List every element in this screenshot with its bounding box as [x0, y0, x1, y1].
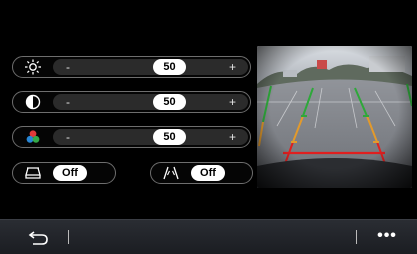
brightness-row: - 50 +	[12, 56, 251, 78]
car-view-toggle-state: Off	[53, 165, 87, 181]
car-view-toggle[interactable]: Off	[12, 162, 116, 184]
contrast-row: - 50 +	[12, 91, 251, 113]
brightness-decrease-button[interactable]: -	[66, 60, 70, 74]
bottom-bar: •••	[0, 219, 417, 254]
color-slider[interactable]: - 50 +	[53, 129, 248, 145]
contrast-decrease-button[interactable]: -	[66, 95, 70, 109]
color-row: - 50 +	[12, 126, 251, 148]
color-decrease-button[interactable]: -	[66, 130, 70, 144]
color-dots-icon	[19, 129, 47, 145]
guidelines-toggle[interactable]: Off	[150, 162, 253, 184]
guidelines-toggle-state: Off	[191, 165, 225, 181]
brightness-slider[interactable]: - 50 +	[53, 59, 248, 75]
back-arrow-icon[interactable]	[24, 228, 52, 248]
contrast-icon	[19, 94, 47, 110]
sun-icon	[19, 59, 47, 75]
car-outline-icon	[21, 165, 45, 181]
brightness-value: 50	[153, 59, 186, 75]
parking-guidelines-icon	[159, 165, 183, 181]
rear-camera-view	[257, 46, 412, 188]
contrast-increase-button[interactable]: +	[229, 95, 236, 109]
color-value: 50	[153, 129, 186, 145]
brightness-increase-button[interactable]: +	[229, 60, 236, 74]
rear-camera-settings-screen: - 50 + - 50 + - 50 + Off Off •••	[0, 0, 417, 254]
contrast-value: 50	[153, 94, 186, 110]
color-increase-button[interactable]: +	[229, 130, 236, 144]
left-divider	[68, 230, 69, 244]
more-icon[interactable]: •••	[375, 228, 399, 248]
contrast-slider[interactable]: - 50 +	[53, 94, 248, 110]
right-divider	[356, 230, 357, 244]
